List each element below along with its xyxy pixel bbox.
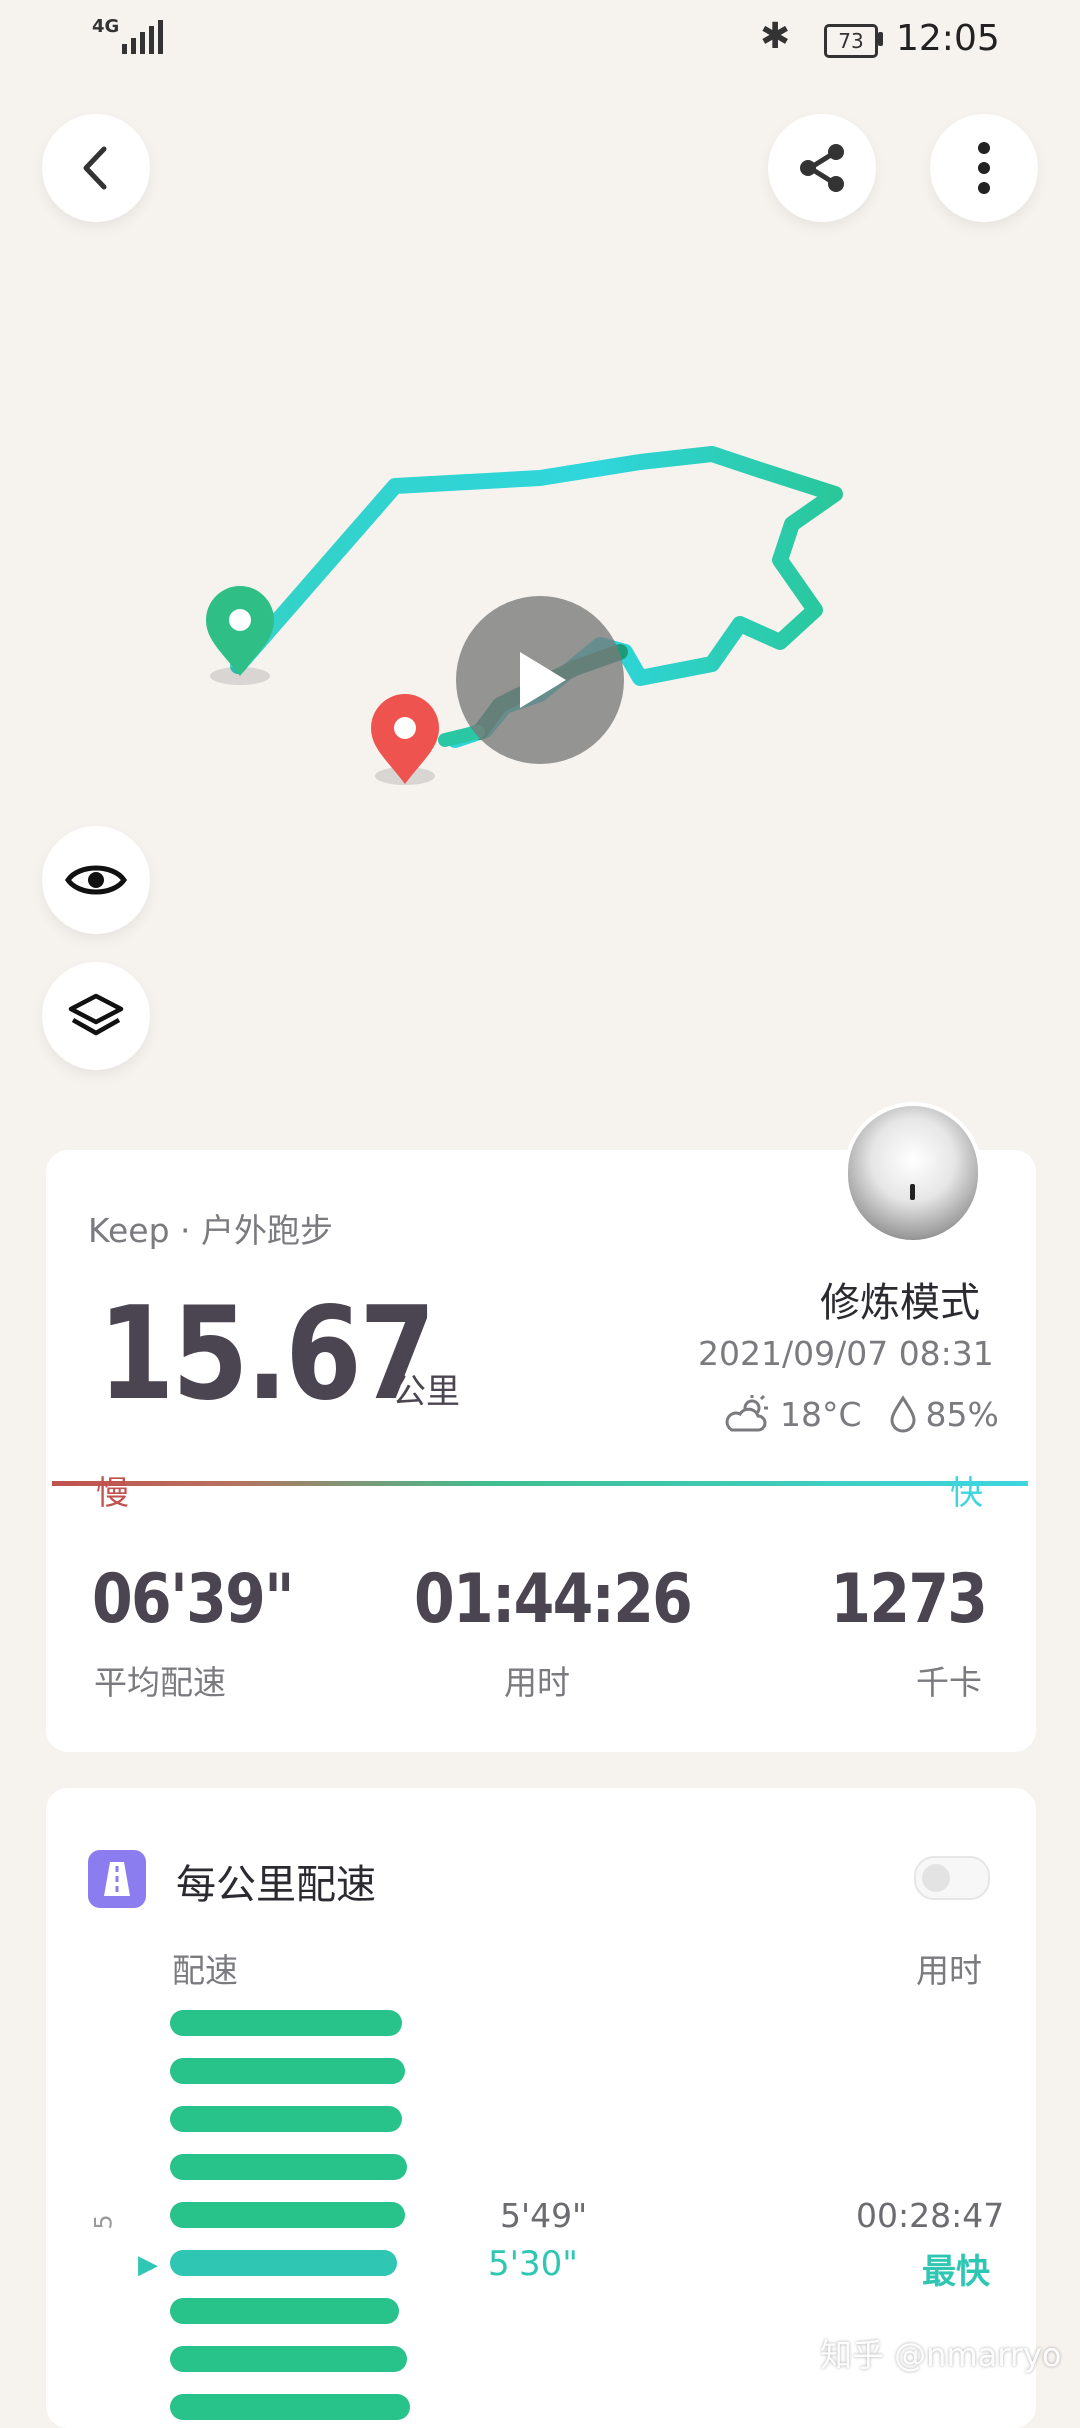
- partly-cloudy-icon: [725, 1394, 768, 1432]
- battery-level: 73: [824, 24, 878, 58]
- column-time-header: 用时: [916, 1951, 982, 1990]
- calories-label: 千卡: [916, 1663, 982, 1702]
- pace-toggle[interactable]: [914, 1856, 990, 1900]
- fastest-marker-icon: ▶: [138, 2250, 158, 2280]
- map-layers-button[interactable]: [42, 962, 150, 1070]
- eye-icon: [65, 865, 127, 895]
- slow-label: 慢: [96, 1473, 129, 1512]
- layers-icon: [68, 993, 124, 1036]
- distance-unit: 公里: [392, 1372, 460, 1412]
- duration-value: 01:44:26: [414, 1560, 693, 1639]
- humidity: 85%: [925, 1394, 999, 1434]
- activity-datetime: 2021/09/07 08:31: [698, 1334, 994, 1373]
- battery-icon: [878, 32, 883, 46]
- pace-card-title: 每公里配速: [176, 1862, 376, 1908]
- end-pin-icon: [371, 694, 439, 785]
- km6-pace: 5'30": [488, 2244, 578, 2284]
- status-bar: 4G ✱ 73 12:05: [0, 0, 1080, 78]
- duration-label: 用时: [504, 1663, 570, 1702]
- column-pace-header: 配速: [172, 1951, 238, 1990]
- fastest-badge: 最快: [922, 2252, 990, 2292]
- avg-pace-label: 平均配速: [94, 1663, 226, 1702]
- km5-time: 00:28:47: [856, 2196, 1005, 2235]
- clock: 12:05: [896, 18, 1000, 59]
- fast-label: 快: [950, 1473, 983, 1512]
- play-replay-button[interactable]: [456, 596, 624, 764]
- pace-gradient-bar: [52, 1481, 1028, 1486]
- road-icon: [88, 1850, 146, 1908]
- avg-pace-value: 06'39": [92, 1560, 295, 1639]
- activity-source: Keep · 户外跑步: [88, 1211, 334, 1250]
- humidity-icon: [890, 1395, 916, 1433]
- play-icon: [520, 652, 566, 708]
- watermark: 知乎 @nmarryo: [820, 2336, 1062, 2374]
- calories-value: 1273: [830, 1560, 988, 1639]
- km5-pace: 5'49": [500, 2196, 588, 2235]
- network-type: 4G: [92, 16, 120, 37]
- toggle-knob: [922, 1864, 950, 1892]
- km-index-label: 5: [89, 2214, 118, 2230]
- distance-value: 15.67: [98, 1280, 436, 1429]
- avatar[interactable]: [848, 1106, 978, 1240]
- training-mode: 修炼模式: [820, 1280, 980, 1326]
- visibility-button[interactable]: [42, 826, 150, 934]
- weather-row: 18°C 85%: [724, 1394, 999, 1434]
- signal-icon: [122, 20, 163, 54]
- temperature: 18°C: [780, 1394, 862, 1434]
- bluetooth-icon: ✱: [760, 16, 791, 57]
- start-pin-icon: [206, 586, 274, 685]
